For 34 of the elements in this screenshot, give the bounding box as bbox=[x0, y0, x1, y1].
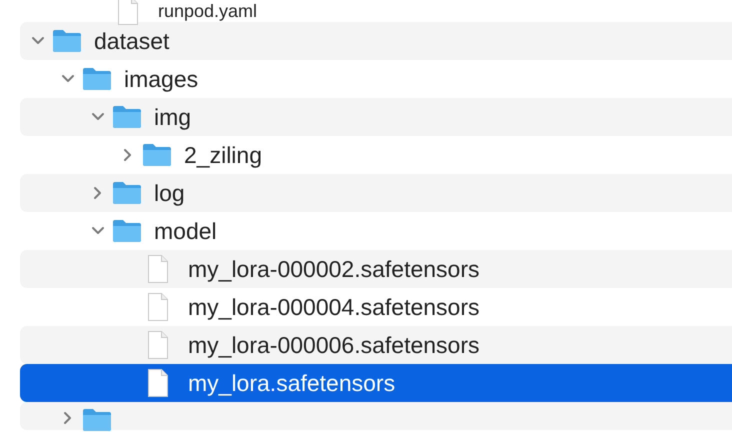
folder-icon bbox=[82, 67, 112, 91]
folder-icon bbox=[112, 181, 142, 205]
file-name: my_lora-000002.safetensors bbox=[188, 256, 480, 282]
file-icon bbox=[146, 254, 170, 284]
folder-row[interactable]: log bbox=[20, 174, 732, 212]
file-row[interactable]: my_lora-000006.safetensors bbox=[20, 326, 732, 364]
folder-row[interactable]: dataset bbox=[20, 22, 732, 60]
file-name: my_lora-000004.safetensors bbox=[188, 294, 480, 320]
file-icon bbox=[146, 292, 170, 322]
file-icon bbox=[116, 0, 140, 26]
file-row[interactable]: my_lora.safetensors bbox=[20, 364, 732, 402]
file-icon bbox=[146, 368, 170, 398]
folder-row[interactable]: model bbox=[20, 212, 732, 250]
folder-name: 2_ziling bbox=[184, 142, 262, 168]
folder-icon bbox=[112, 105, 142, 129]
folder-row[interactable]: images bbox=[20, 60, 732, 98]
file-name: runpod.yaml bbox=[158, 1, 258, 21]
folder-name: log bbox=[154, 180, 185, 206]
file-row[interactable]: runpod.yaml bbox=[20, 0, 732, 22]
folder-name: model bbox=[154, 218, 217, 244]
file-icon bbox=[146, 330, 170, 360]
folder-name: img bbox=[154, 104, 192, 130]
folder-name: dataset bbox=[94, 28, 170, 54]
folder-icon bbox=[142, 143, 172, 167]
folder-row[interactable]: img bbox=[20, 98, 732, 136]
folder-name: images bbox=[124, 66, 198, 92]
folder-icon bbox=[52, 29, 82, 53]
folder-icon bbox=[82, 408, 112, 432]
file-name: my_lora.safetensors bbox=[188, 370, 396, 396]
file-name: my_lora-000006.safetensors bbox=[188, 332, 480, 358]
folder-icon bbox=[112, 219, 142, 243]
file-row[interactable]: my_lora-000004.safetensors bbox=[20, 288, 732, 326]
folder-row[interactable]: 2_ziling bbox=[20, 136, 732, 174]
file-row[interactable]: my_lora-000002.safetensors bbox=[20, 250, 732, 288]
